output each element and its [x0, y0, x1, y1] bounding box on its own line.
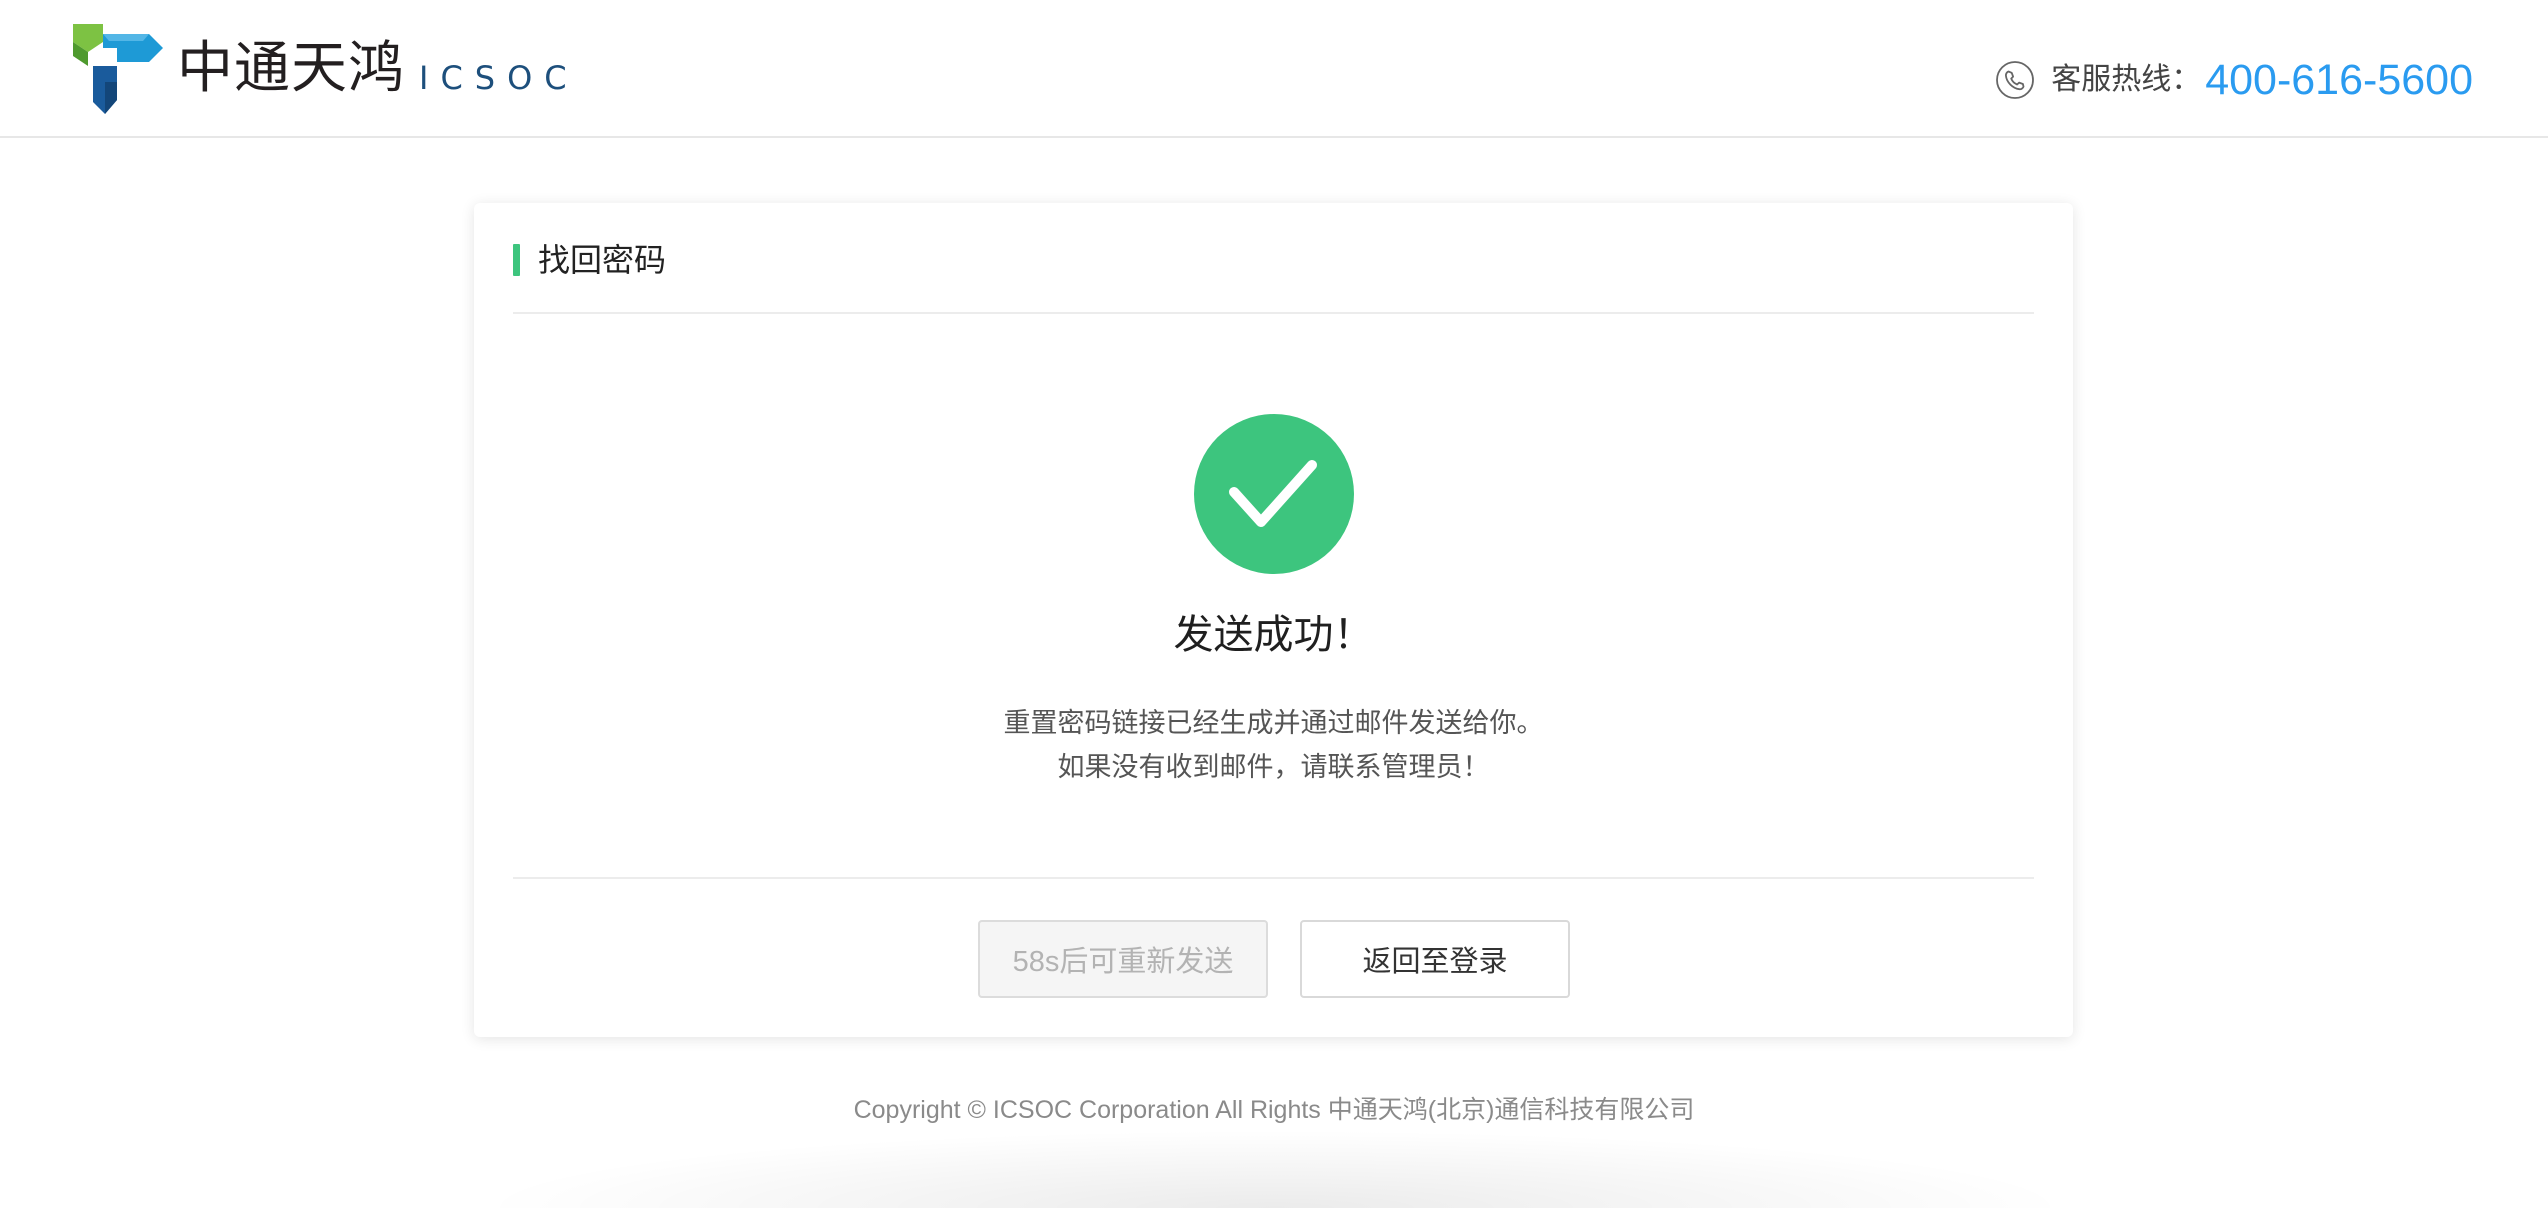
- resend-button[interactable]: 58s后可重新发送: [978, 920, 1268, 998]
- logo-text-en: ICSOC: [419, 59, 579, 97]
- message-line: 如果没有收到邮件，请联系管理员！: [1057, 752, 1490, 782]
- message-line: 重置密码链接已经生成并通过邮件发送给你。: [1003, 708, 1544, 738]
- brand-logo: 中通天鸿 ICSOC: [73, 24, 579, 114]
- phone-icon: [1996, 61, 2035, 99]
- success-message: 重置密码链接已经生成并通过邮件发送给你。 如果没有收到邮件，请联系管理员！: [474, 701, 2073, 789]
- bottom-shadow: [480, 1130, 2070, 1208]
- card-title: 找回密码: [538, 242, 667, 278]
- logo-mark-icon: [73, 24, 163, 114]
- hotline-number: 400-616-5600: [2205, 55, 2473, 104]
- footer-divider: [513, 877, 2034, 879]
- check-circle-bg: [1194, 414, 1354, 574]
- reset-password-card: 找回密码 发送成功！ 重置密码链接已经生成并通过邮件发送给你。 如果没有收到邮件…: [474, 203, 2073, 1037]
- card-header: 找回密码: [513, 244, 666, 276]
- hotline: 客服热线： 400-616-5600: [1995, 48, 2473, 112]
- back-to-login-button[interactable]: 返回至登录: [1300, 920, 1570, 998]
- header-divider: [513, 312, 2034, 314]
- logo-text-cn: 中通天鸿: [177, 36, 405, 101]
- top-header: 中通天鸿 ICSOC 客服热线： 400-616-5600: [0, 0, 2548, 138]
- success-title: 发送成功！: [1173, 613, 1374, 657]
- hotline-label: 客服热线：: [2051, 63, 2202, 96]
- check-circle-icon: [1194, 414, 1354, 574]
- copyright-footer: Copyright © ICSOC Corporation All Rights…: [853, 1096, 1695, 1124]
- title-accent-bar: [513, 244, 520, 276]
